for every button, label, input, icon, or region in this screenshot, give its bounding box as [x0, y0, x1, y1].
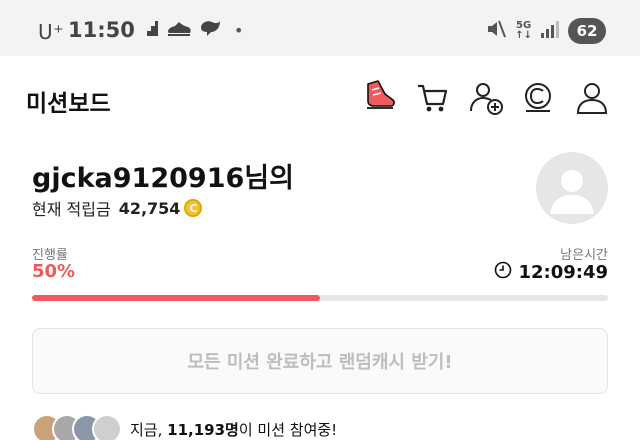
participants-text: 지금, 11,193명이 미션 참여중!: [130, 419, 337, 440]
system-icons: 5G ↑↓ 62: [485, 18, 606, 44]
participants-prefix: 지금,: [130, 420, 163, 439]
swirl-icon: [198, 18, 222, 42]
progress-bar: [32, 295, 608, 301]
clock: 11:50: [68, 18, 135, 42]
page-title: 미션보드: [26, 91, 111, 117]
username-heading: gjcka9120916님의: [32, 163, 294, 194]
mute-icon: [485, 18, 507, 44]
profile-icon[interactable]: [572, 78, 612, 118]
participants-count: 11,193명: [167, 420, 239, 439]
more-notifications-dot: •: [234, 20, 244, 40]
progress-percent: 50%: [32, 261, 76, 282]
notification-icons: •: [140, 18, 243, 42]
clock-icon: [494, 261, 512, 284]
progress-bar-fill: [32, 295, 320, 301]
battery-indicator: 62: [568, 18, 606, 44]
shoe-icon[interactable]: [358, 78, 398, 118]
participant-avatar: [92, 414, 122, 440]
add-friend-icon[interactable]: [466, 78, 506, 118]
signal-icon: [540, 19, 560, 43]
coin-icon: C: [184, 199, 203, 217]
points-row: 현재 적립금 42,754 C: [32, 197, 203, 219]
5g-icon: 5G ↑↓: [515, 20, 532, 41]
avatar[interactable]: [536, 152, 608, 224]
points-value: 42,754: [118, 198, 181, 218]
participants-suffix: 이 미션 참여중!: [238, 420, 338, 439]
remaining-time-value: 12:09:49: [518, 262, 608, 283]
status-bar: U⁺ 11:50 • 5G ↑↓ 62: [0, 0, 640, 56]
claim-random-cash-button[interactable]: 모든 미션 완료하고 랜덤캐시 받기!: [32, 328, 608, 394]
sneaker-icon: [166, 18, 192, 42]
coin-c-icon[interactable]: [518, 78, 558, 118]
app-header: 미션보드: [0, 56, 640, 140]
stairs-icon: [140, 18, 160, 42]
points-label: 현재 적립금: [32, 200, 111, 219]
carrier-label: U⁺: [38, 20, 65, 44]
network-type: 5G: [516, 20, 532, 31]
cart-icon[interactable]: [412, 78, 452, 118]
participants-row: 지금, 11,193명이 미션 참여중!: [32, 414, 337, 440]
remaining-time: 12:09:49: [494, 261, 608, 284]
